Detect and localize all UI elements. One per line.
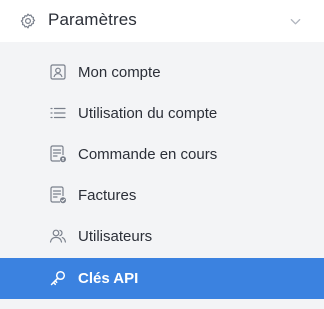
pending-order-icon bbox=[50, 145, 66, 163]
settings-menu: Paramètres Mon compte Utilisation du com… bbox=[0, 0, 324, 309]
users-icon bbox=[49, 229, 66, 243]
menu-item-commande-en-cours[interactable]: Commande en cours bbox=[0, 134, 324, 175]
menu-item-utilisation-du-compte[interactable]: Utilisation du compte bbox=[0, 93, 324, 134]
key-icon bbox=[50, 270, 66, 286]
invoice-check-icon bbox=[50, 186, 66, 204]
menu-item-factures[interactable]: Factures bbox=[0, 175, 324, 216]
account-card-icon bbox=[50, 64, 66, 80]
chevron-down-icon[interactable] bbox=[289, 15, 302, 28]
gear-icon bbox=[20, 13, 36, 29]
menu-item-label: Utilisation du compte bbox=[78, 105, 218, 122]
settings-title: Paramètres bbox=[48, 10, 137, 29]
menu-item-utilisateurs[interactable]: Utilisateurs bbox=[0, 216, 324, 257]
settings-section-header[interactable]: Paramètres bbox=[0, 0, 324, 42]
menu-item-label: Mon compte bbox=[78, 64, 161, 81]
list-icon bbox=[50, 107, 66, 119]
menu-item-label: Clés API bbox=[78, 270, 139, 287]
menu-item-mon-compte[interactable]: Mon compte bbox=[0, 52, 324, 93]
settings-submenu: Mon compte Utilisation du compte Command… bbox=[0, 42, 324, 309]
menu-item-label: Commande en cours bbox=[78, 146, 218, 163]
menu-item-cles-api[interactable]: Clés API bbox=[0, 258, 324, 299]
menu-item-label: Utilisateurs bbox=[78, 228, 153, 245]
menu-item-label: Factures bbox=[78, 187, 137, 204]
